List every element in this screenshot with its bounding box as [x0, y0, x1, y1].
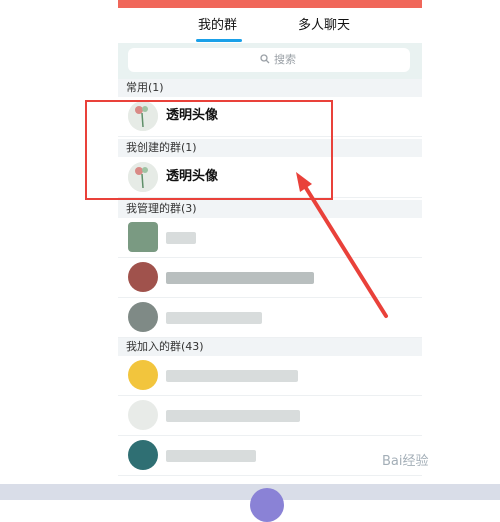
avatar: [128, 400, 158, 430]
list-item[interactable]: [118, 218, 422, 258]
section-header-managed: 我管理的群(3): [118, 200, 422, 218]
avatar: [128, 302, 158, 332]
avatar: [128, 262, 158, 292]
search-bar: 搜索: [118, 43, 422, 79]
search-input[interactable]: 搜索: [128, 48, 410, 72]
watermark: Bai经验: [382, 454, 429, 469]
phone-screen: 我的群 多人聊天 搜索 常用(1) 透明头像 我创建的群(1) 透明头像 我管理…: [118, 0, 422, 500]
blurred-name: [166, 370, 298, 382]
home-button[interactable]: [250, 488, 284, 522]
bottom-bar: [0, 484, 500, 500]
list-item[interactable]: [118, 258, 422, 298]
avatar: [128, 440, 158, 470]
list-item[interactable]: [118, 298, 422, 338]
highlight-box: [85, 100, 333, 200]
list-item[interactable]: [118, 396, 422, 436]
blurred-name: [166, 272, 314, 284]
search-icon: [260, 54, 270, 64]
tab-my-groups[interactable]: 我的群: [198, 18, 237, 34]
left-background: [0, 0, 118, 500]
tab-bar: 我的群 多人聊天: [118, 8, 422, 43]
avatar: [128, 222, 158, 252]
tab-active-indicator: [196, 39, 242, 42]
header-strip: [118, 0, 422, 8]
list-item[interactable]: [118, 356, 422, 396]
section-header-joined: 我加入的群(43): [118, 338, 422, 356]
blurred-name: [166, 450, 256, 462]
section-header-frequent: 常用(1): [118, 79, 422, 97]
blurred-name: [166, 312, 262, 324]
tab-multi-chat[interactable]: 多人聊天: [298, 18, 350, 34]
avatar: [128, 360, 158, 390]
blurred-name: [166, 410, 300, 422]
search-placeholder: 搜索: [274, 53, 296, 66]
right-background: [422, 0, 500, 500]
blurred-name: [166, 232, 196, 244]
list-item[interactable]: [118, 436, 422, 476]
